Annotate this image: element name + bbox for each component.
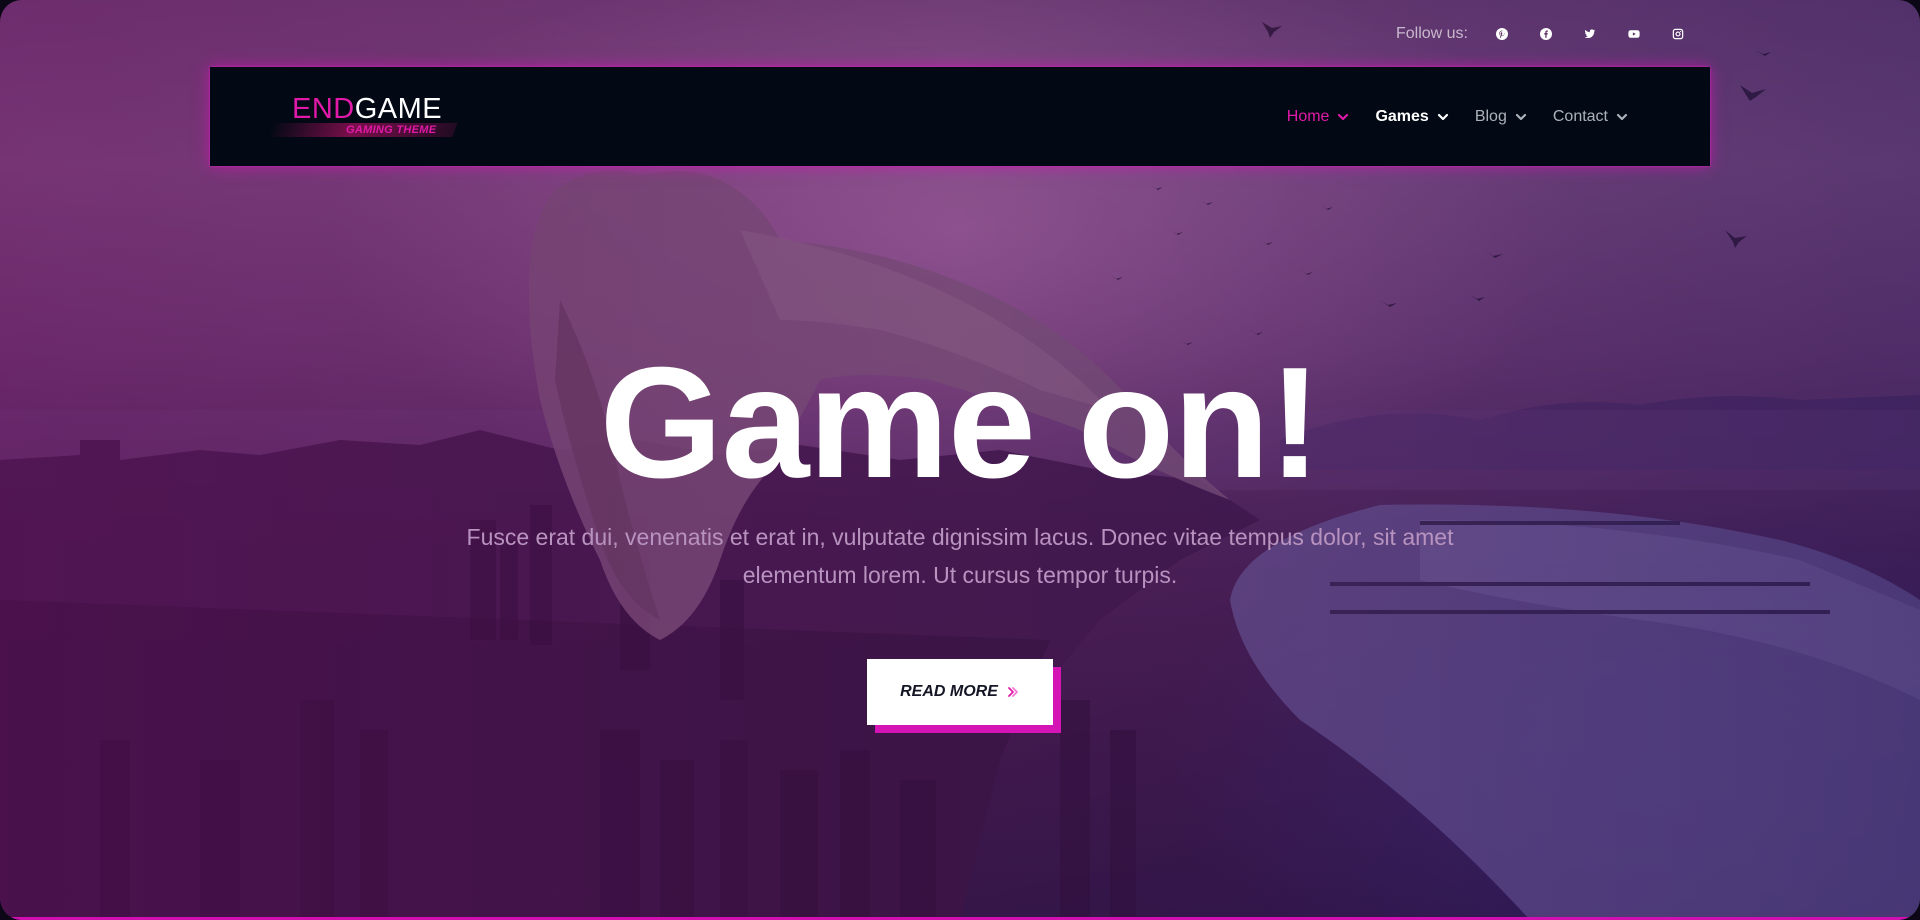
facebook-icon[interactable] bbox=[1524, 22, 1568, 46]
nav-item-label: Contact bbox=[1552, 107, 1608, 125]
hero-title: Game on! bbox=[599, 335, 1322, 511]
nav-item-label: Home bbox=[1286, 107, 1330, 125]
nav-item-label: Games bbox=[1375, 107, 1429, 125]
page-frame: Follow us: ENDGAME GAMING THEME Home Gam… bbox=[0, 0, 1920, 920]
double-chevron-right-icon bbox=[1007, 687, 1018, 697]
pinterest-icon[interactable] bbox=[1480, 22, 1524, 46]
youtube-icon[interactable] bbox=[1612, 22, 1656, 46]
social-bar: Follow us: bbox=[1396, 22, 1700, 46]
twitter-icon[interactable] bbox=[1568, 22, 1612, 46]
read-more-label: READ MORE bbox=[900, 683, 998, 700]
chevron-down-icon bbox=[1515, 113, 1526, 120]
nav-item-blog[interactable]: Blog bbox=[1475, 108, 1527, 126]
follow-us-label: Follow us: bbox=[1395, 25, 1468, 42]
nav-item-contact[interactable]: Contact bbox=[1553, 108, 1628, 126]
logo-wordmark: ENDGAME bbox=[292, 93, 442, 125]
logo-part-end: END bbox=[292, 93, 355, 125]
read-more-button[interactable]: READ MORE bbox=[867, 659, 1053, 725]
nav-item-home[interactable]: Home bbox=[1287, 108, 1350, 126]
instagram-icon[interactable] bbox=[1656, 22, 1700, 46]
logo-subtitle: GAMING THEME bbox=[346, 124, 437, 136]
nav-item-games[interactable]: Games bbox=[1375, 108, 1448, 126]
chevron-down-icon bbox=[1338, 113, 1349, 120]
site-header: ENDGAME GAMING THEME Home Games Blog Con… bbox=[210, 67, 1710, 166]
hero-description: Fusce erat dui, venenatis et erat in, vu… bbox=[466, 524, 1454, 588]
chevron-down-icon bbox=[1616, 113, 1628, 120]
main-nav: Home Games Blog Contact bbox=[1287, 67, 1628, 166]
nav-item-label: Blog bbox=[1474, 107, 1507, 125]
site-logo[interactable]: ENDGAME GAMING THEME bbox=[267, 93, 458, 143]
chevron-down-icon bbox=[1437, 113, 1448, 120]
read-more-wrapper: READ MORE bbox=[867, 659, 1061, 733]
logo-part-game: GAME bbox=[354, 93, 443, 125]
